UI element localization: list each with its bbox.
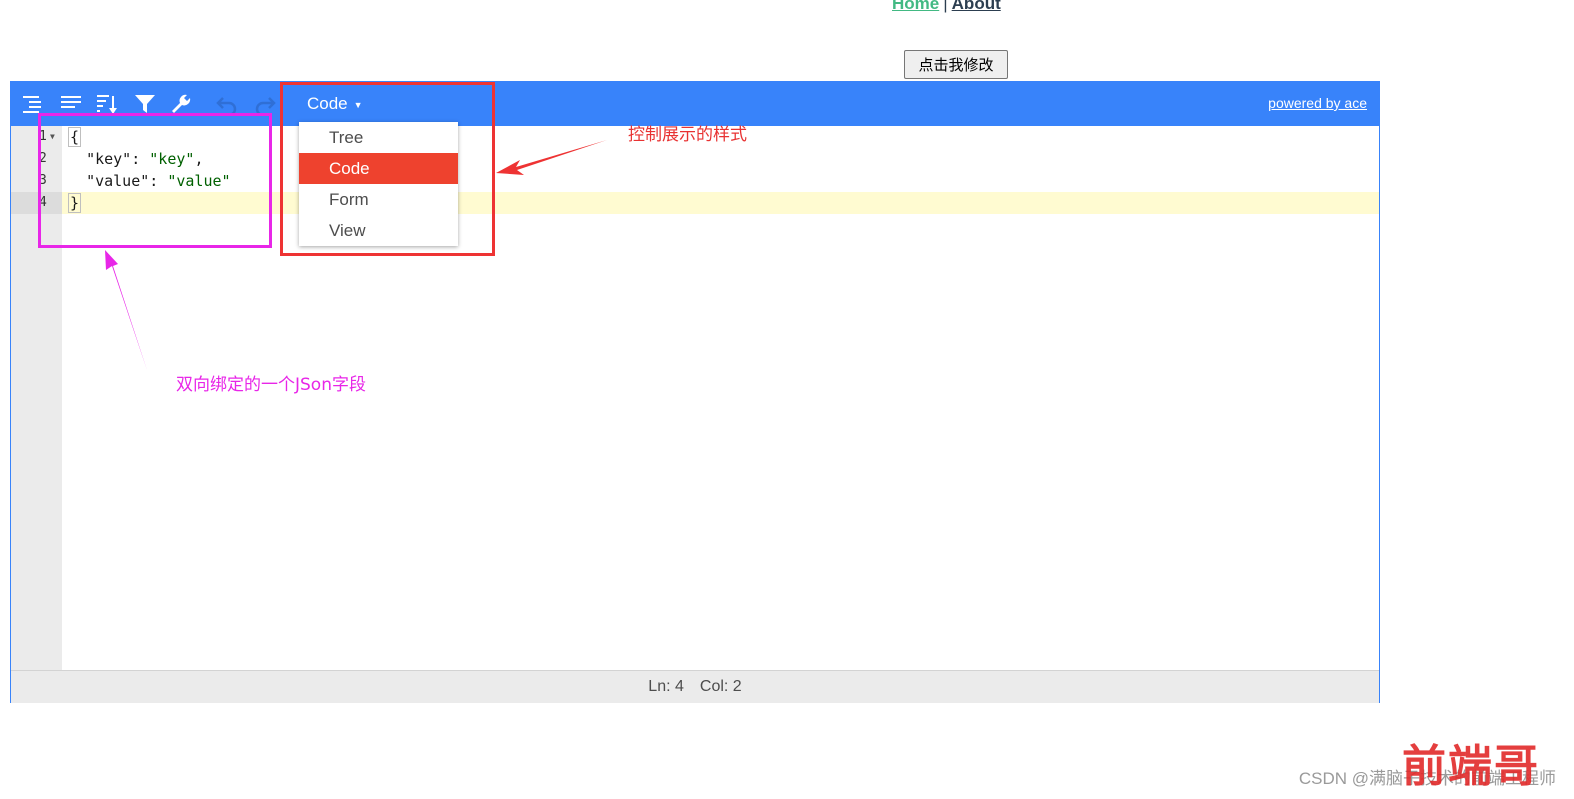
annotation-json-note: 双向绑定的一个JSon字段 — [176, 375, 366, 395]
annotation-arrows — [105, 140, 607, 370]
brand-logo: 前端哥 — [1402, 741, 1540, 792]
magenta-arrow — [105, 250, 147, 370]
red-arrow — [496, 140, 607, 175]
annotation-mode-note: 控制展示的样式 — [628, 125, 747, 145]
